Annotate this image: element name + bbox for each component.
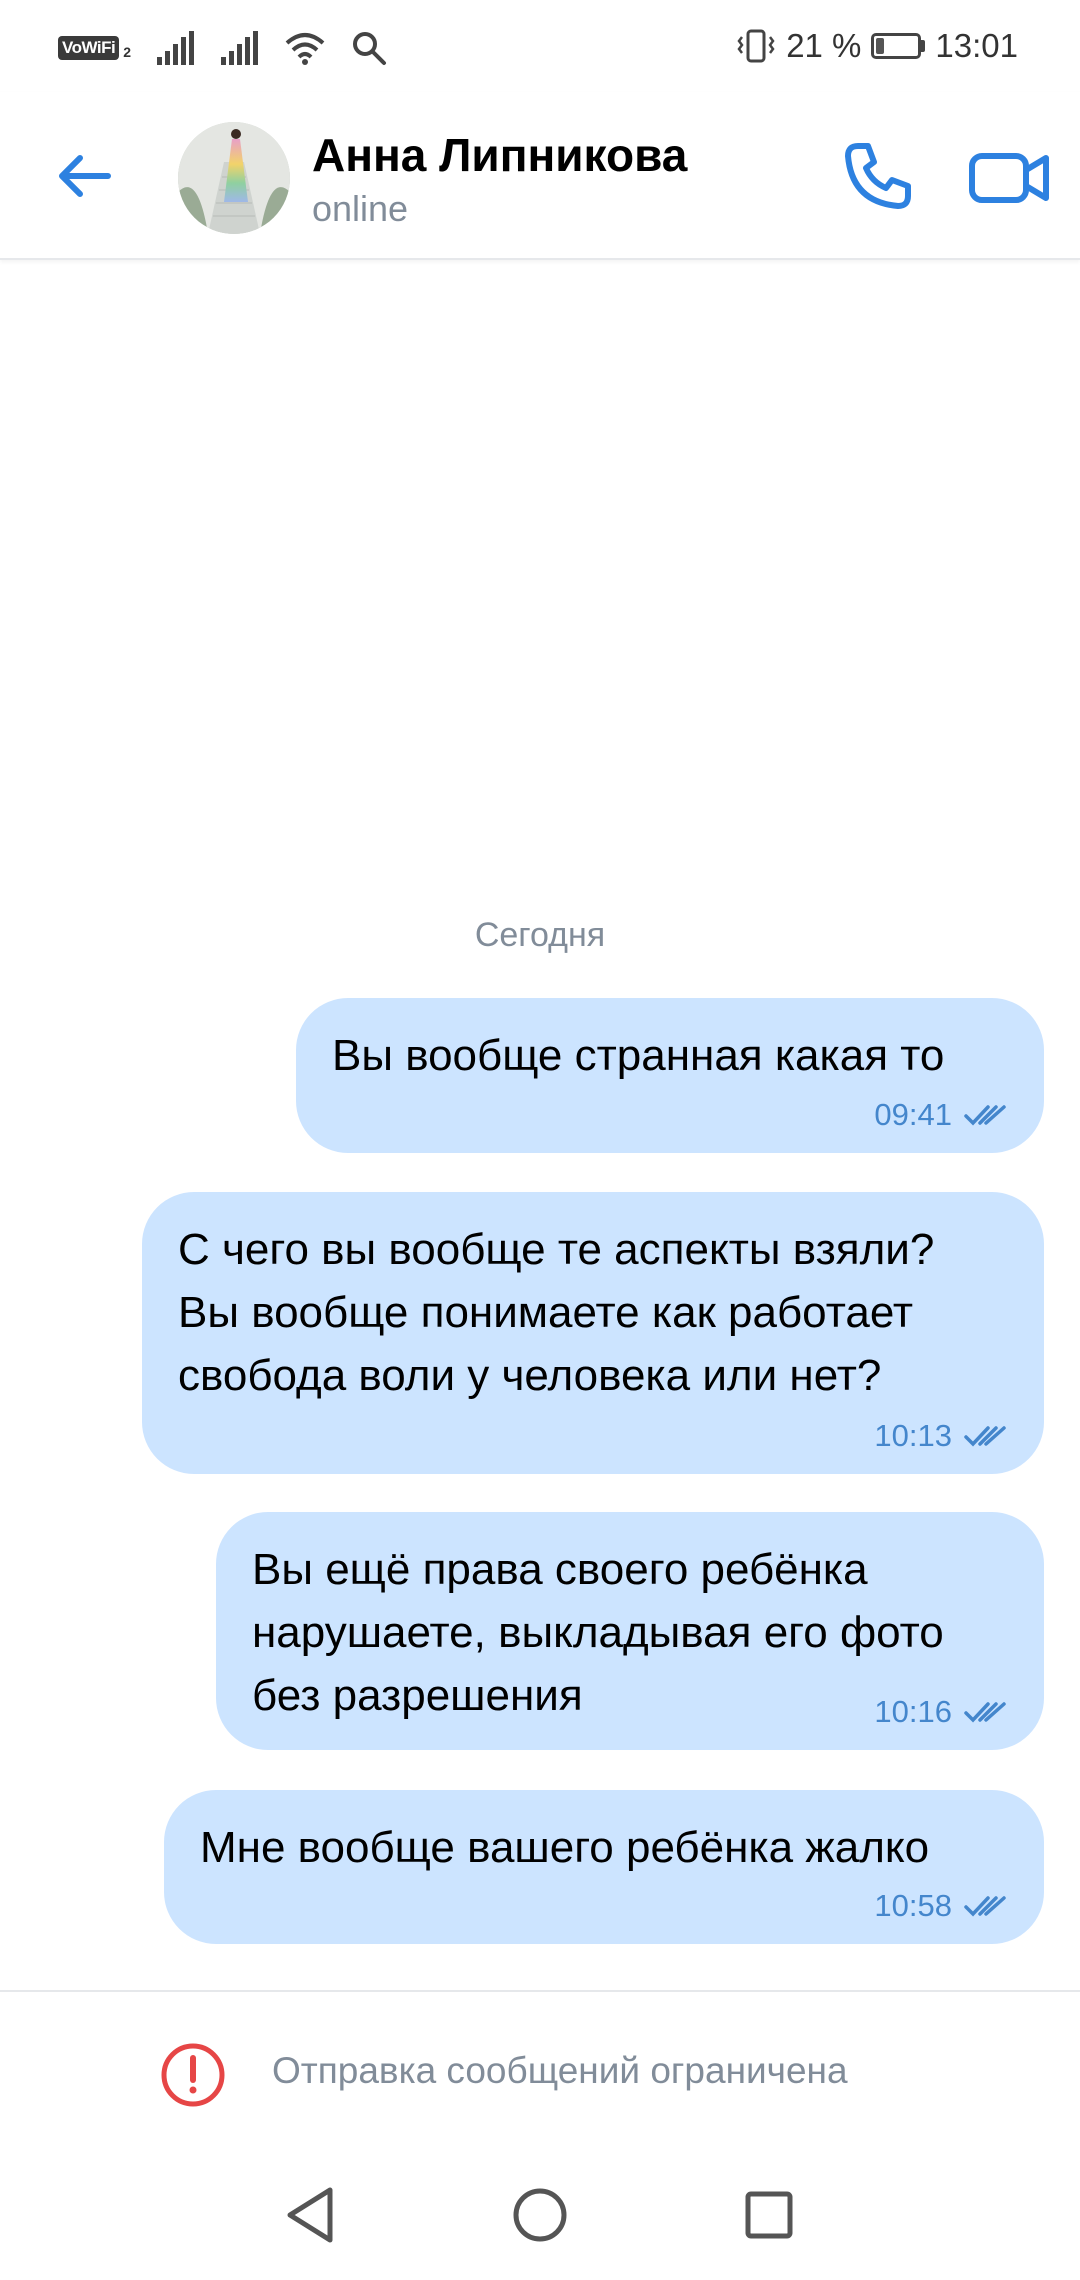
avatar[interactable]	[178, 122, 290, 234]
circle-home-icon[interactable]	[507, 2182, 573, 2248]
clock: 13:01	[935, 27, 1018, 64]
message-bubble[interactable]: Мне вообще вашего ребёнка жалко 10:58	[164, 1790, 1044, 1944]
vowifi-indicator: VoWiFi 2	[58, 36, 131, 60]
message-bubble[interactable]: Вы ещё права своего ребёнка нарушаете, в…	[216, 1512, 1044, 1750]
signal-icon	[221, 31, 258, 65]
date-separator: Сегодня	[474, 916, 606, 954]
avatar-image	[178, 122, 290, 234]
message-text: С чего вы вообще те аспекты взяли? Вы во…	[178, 1225, 935, 1400]
vowifi-sim-number: 2	[123, 44, 131, 60]
message-time: 10:58	[874, 1888, 952, 1923]
back-arrow-icon[interactable]	[52, 144, 116, 208]
video-camera-icon[interactable]	[968, 136, 1052, 216]
status-right-icons: 21 % 13:01	[736, 22, 1018, 70]
message-meta: 10:16	[874, 1694, 1008, 1730]
double-check-icon	[964, 1702, 1006, 1723]
status-left-icons: VoWiFi 2	[58, 26, 387, 70]
status-bar: VoWiFi 2 21 % 13:01	[0, 0, 1080, 92]
message-bubble[interactable]: С чего вы вообще те аспекты взяли? Вы во…	[142, 1192, 1044, 1474]
contact-status: online	[312, 188, 409, 229]
message-time: 10:13	[874, 1418, 952, 1453]
double-check-icon	[964, 1896, 1006, 1917]
vowifi-label: VoWiFi	[58, 36, 120, 60]
restricted-message-text: Отправка сообщений ограничена	[272, 2050, 848, 2091]
search-icon	[353, 32, 386, 65]
vibrate-icon	[737, 29, 775, 63]
messaging-restricted-bar: Отправка сообщений ограничена	[0, 1990, 1080, 2152]
message-text: Вы вообще странная какая то	[332, 1031, 945, 1080]
system-navigation-bar	[0, 2150, 1080, 2280]
contact-name[interactable]: Анна Липникова	[312, 128, 687, 182]
battery-icon	[871, 33, 926, 59]
battery-percent: 21 %	[786, 27, 862, 64]
phone-icon[interactable]	[838, 136, 918, 216]
wifi-icon	[285, 33, 325, 65]
square-recents-icon[interactable]	[736, 2182, 802, 2248]
chat-header: Анна Липникова online	[0, 92, 1080, 260]
triangle-back-icon[interactable]	[278, 2182, 344, 2248]
exclamation-circle-icon	[161, 2043, 225, 2107]
message-meta: 09:41	[874, 1097, 1008, 1133]
message-meta: 10:13	[874, 1418, 1008, 1454]
message-bubble[interactable]: Вы вообще странная какая то 09:41	[296, 998, 1044, 1153]
battery-fill	[876, 38, 885, 54]
signal-icon	[157, 31, 194, 65]
double-check-icon	[964, 1105, 1006, 1126]
double-check-icon	[964, 1426, 1006, 1447]
message-meta: 10:58	[874, 1888, 1008, 1924]
message-time: 10:16	[874, 1694, 952, 1729]
message-time: 09:41	[874, 1097, 952, 1132]
message-text: Мне вообще вашего ребёнка жалко	[200, 1823, 930, 1872]
